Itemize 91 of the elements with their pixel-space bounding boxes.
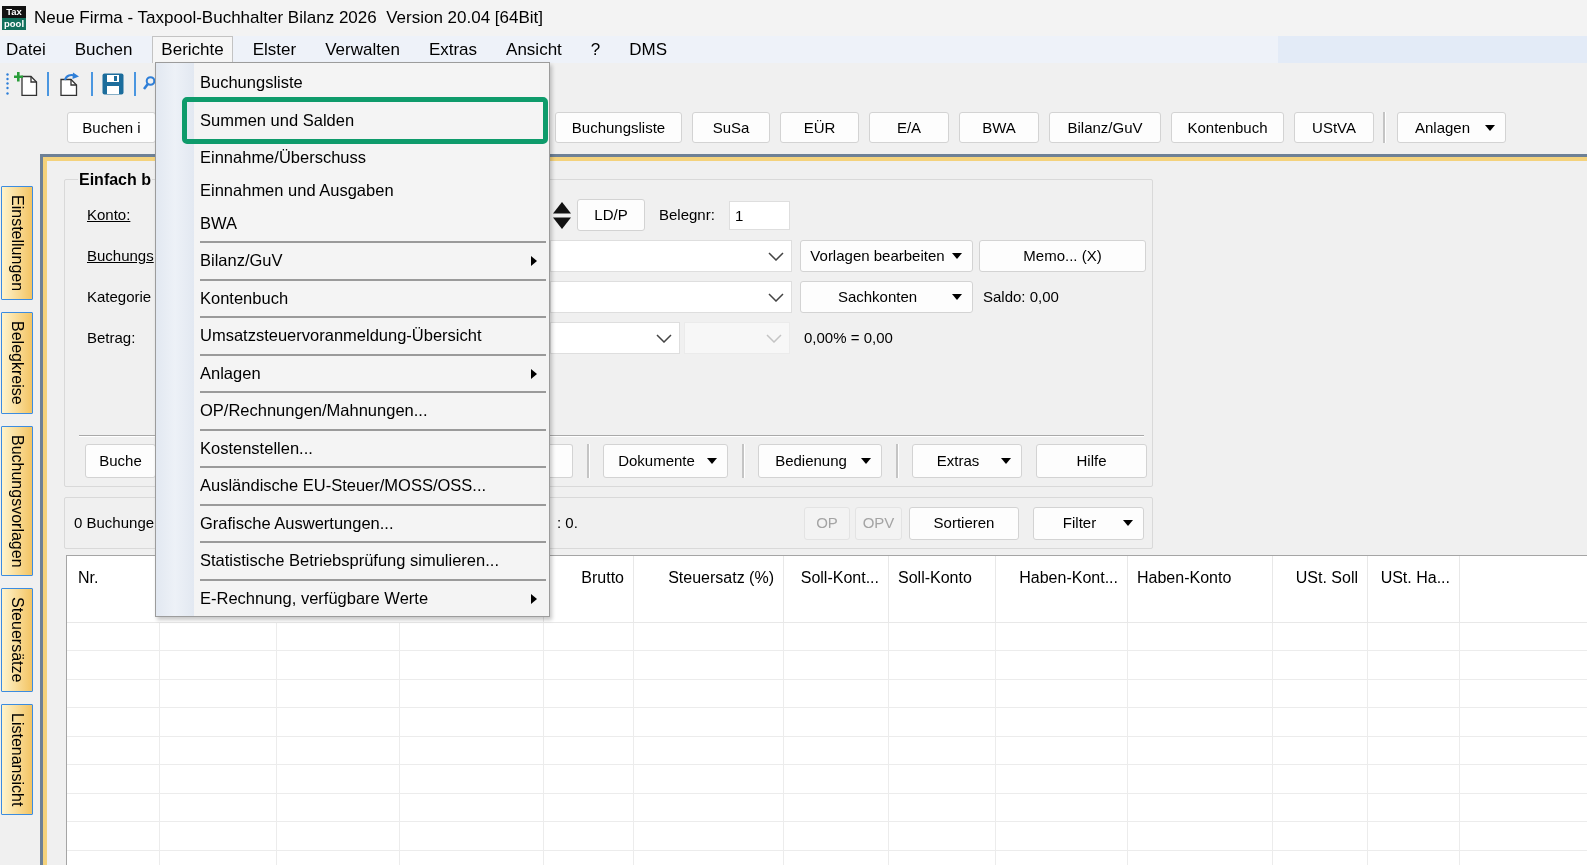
document-arrow-icon[interactable] — [57, 71, 81, 96]
menu-item[interactable]: Einnahmen und Ausgaben — [156, 174, 549, 207]
field-label: Kategorie — [87, 288, 152, 305]
button[interactable]: Hilfe — [1036, 444, 1147, 478]
dropdown-button[interactable]: Anlagen — [1397, 112, 1506, 143]
dropdown-button[interactable]: Filter — [1033, 506, 1144, 540]
menu-bar-item[interactable]: ? — [581, 36, 610, 63]
caret-icon — [1001, 458, 1011, 464]
new-document-icon[interactable] — [14, 71, 38, 96]
chevron-down-icon — [766, 333, 782, 343]
menu-item[interactable]: Grafische Auswertungen... — [156, 507, 549, 540]
chevron-down-icon — [656, 333, 672, 343]
field-label: Betrag: — [87, 329, 136, 346]
menu-bar-item[interactable]: Verwalten — [316, 36, 409, 63]
button[interactable]: Buchungsliste — [555, 112, 682, 143]
menu-bar-item[interactable]: Datei — [0, 36, 55, 63]
status-text: 0 Buchunge — [74, 514, 155, 531]
submenu-arrow-icon — [531, 593, 537, 604]
column-header[interactable]: Nr. — [78, 569, 99, 586]
button[interactable]: EÜR — [780, 112, 859, 143]
column-header[interactable]: Soll-Kont... — [800, 569, 879, 586]
menu-item[interactable]: Kostenstellen... — [156, 432, 549, 465]
menu-bar-item[interactable]: Elster — [243, 36, 306, 63]
menu-bar-item[interactable]: Ansicht — [497, 36, 571, 63]
button[interactable]: BWA — [959, 112, 1039, 143]
chevron-down-icon — [768, 292, 784, 302]
menu-item[interactable]: Anlagen — [156, 357, 549, 390]
column-header[interactable]: Steuersatz (%) — [668, 569, 774, 586]
menu-bar-item[interactable]: Berichte — [152, 36, 233, 63]
side-tab[interactable]: Steuersätze — [1, 588, 33, 692]
grip-icon — [6, 72, 9, 95]
column-header[interactable]: Soll-Konto — [898, 569, 972, 586]
submenu-arrow-icon — [531, 368, 537, 379]
side-tab[interactable]: Einstellungen — [1, 186, 33, 301]
status-text: : 0. — [557, 514, 578, 532]
dropdown-button[interactable]: Vorlagen bearbeiten — [800, 240, 973, 272]
menu-item[interactable]: Bilanz/GuV — [156, 244, 549, 278]
column-header[interactable]: Haben-Konto — [1137, 569, 1232, 586]
button[interactable]: Bilanz/GuV — [1049, 112, 1161, 143]
submenu-arrow-icon — [531, 256, 537, 266]
logo-text: Tax — [2, 6, 26, 18]
menu-item[interactable]: Summen und Salden — [182, 97, 548, 144]
column-header[interactable]: Brutto — [581, 569, 624, 586]
menu-item[interactable]: OP/Rechnungen/Mahnungen... — [156, 394, 549, 428]
button[interactable]: SuSa — [692, 112, 770, 143]
input-field[interactable]: 1 — [728, 200, 790, 230]
logo-text: pool — [2, 18, 26, 30]
dropdown-button[interactable]: Bedienung — [758, 444, 882, 478]
menu-item[interactable]: Einnahme/Überschuss — [156, 141, 549, 174]
button[interactable]: Buchen i — [67, 112, 156, 143]
button[interactable]: Kontenbuch — [1171, 112, 1284, 143]
button[interactable]: Buche — [85, 444, 156, 478]
field-link[interactable]: Buchungs — [87, 247, 154, 264]
dropdown-button[interactable]: Sachkonten — [800, 281, 973, 313]
form-text: 0,00% = 0,00 — [804, 329, 893, 347]
chevron-down-icon — [768, 251, 784, 261]
button[interactable]: E/A — [869, 112, 949, 143]
side-tab[interactable]: Belegkreise — [1, 312, 33, 414]
dropdown-button[interactable]: Extras — [912, 444, 1022, 478]
caret-icon — [861, 458, 871, 464]
dropdown-button[interactable]: Dokumente — [603, 444, 728, 478]
caret-icon — [1485, 124, 1495, 131]
menu-item[interactable]: Buchungsliste — [156, 66, 549, 99]
caret-icon — [1123, 520, 1133, 526]
menu-item[interactable]: Statistische Betriebsprüfung simulieren... — [156, 544, 549, 578]
form-text: Saldo: 0,00 — [983, 288, 1059, 306]
button[interactable]: Sortieren — [909, 506, 1019, 540]
menu-bar-item[interactable]: Extras — [419, 36, 487, 63]
window-title: Neue Firma - Taxpool-Buchhalter Bilanz 2026 Version 20.04 [64Bit] — [34, 7, 544, 29]
menu-item[interactable]: Ausländische EU-Steuer/MOSS/OSS... — [156, 469, 549, 503]
menu-bar-item[interactable]: DMS — [620, 36, 677, 63]
side-tab[interactable]: Listenansicht — [1, 703, 33, 815]
column-header[interactable]: Haben-Kont... — [1019, 569, 1118, 586]
menu-item[interactable]: Kontenbuch — [156, 282, 549, 315]
caret-icon — [952, 294, 962, 300]
field-link[interactable]: Konto: — [87, 206, 131, 223]
menu-item[interactable]: E-Rechnung, verfügbare Werte — [156, 582, 549, 615]
button[interactable]: LD/P — [577, 199, 645, 231]
caret-icon — [952, 253, 962, 259]
caret-icon — [707, 458, 717, 464]
button[interactable]: Memo... (X) — [979, 240, 1146, 272]
spinner-arrows-icon[interactable] — [552, 200, 572, 230]
button[interactable]: UStVA — [1294, 112, 1374, 143]
menu-item[interactable]: Umsatzsteuervoranmeldung-Übersicht — [156, 319, 549, 353]
side-tab[interactable]: Buchungsvorlagen — [1, 425, 33, 577]
save-icon[interactable] — [102, 72, 124, 95]
column-header[interactable]: USt. Ha... — [1380, 569, 1450, 586]
form-text: Belegnr: — [659, 206, 715, 224]
menu-bar-item[interactable]: Buchen — [65, 36, 142, 63]
menu-item[interactable]: BWA — [156, 207, 549, 240]
column-header[interactable]: USt. Soll — [1295, 569, 1358, 586]
